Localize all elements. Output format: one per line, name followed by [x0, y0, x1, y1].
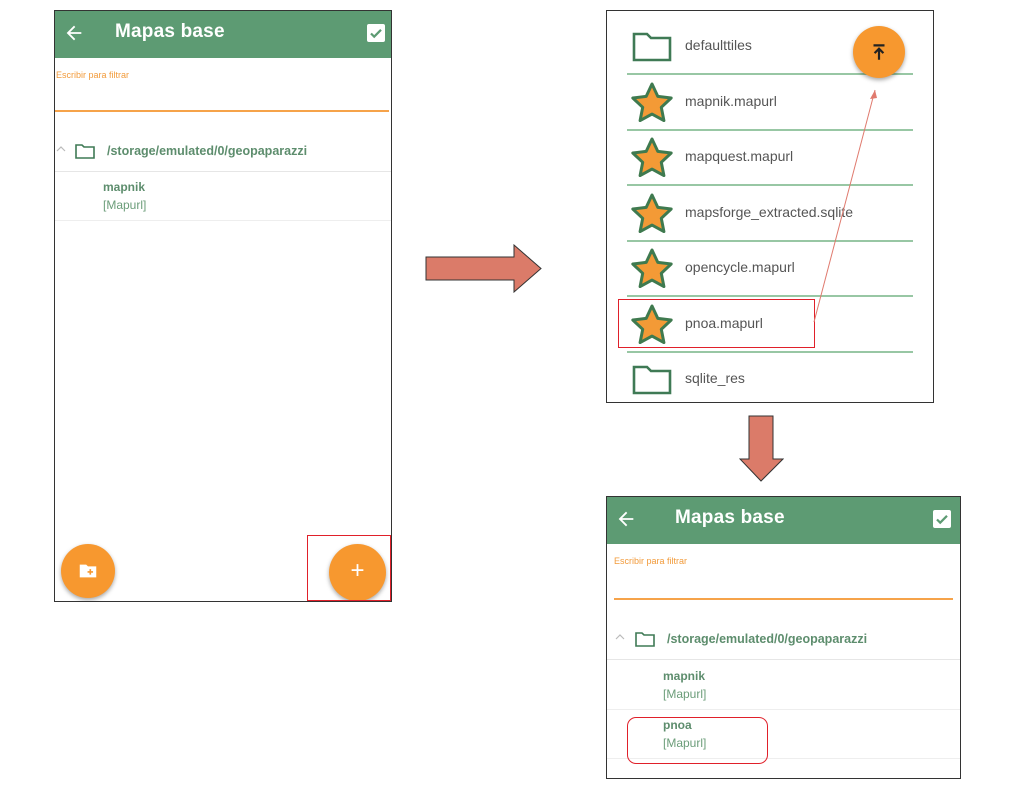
file-name: sqlite_res [685, 370, 745, 386]
folder-icon [75, 144, 95, 159]
folder-path: /storage/emulated/0/geopaparazzi [667, 632, 868, 646]
checkbox-icon[interactable] [367, 24, 385, 42]
folder-path: /storage/emulated/0/geopaparazzi [107, 144, 308, 158]
add-button-highlight [307, 535, 391, 601]
filter-underline [55, 110, 389, 112]
app-bar-title: Mapas base [675, 507, 785, 528]
folder-icon [631, 359, 673, 399]
list-item[interactable]: mapnik [Mapurl] [55, 172, 391, 221]
entry-name: mapnik [103, 180, 146, 194]
entry-type: [Mapurl] [103, 198, 147, 212]
entry-type: [Mapurl] [663, 687, 707, 701]
folder-row[interactable]: /storage/emulated/0/geopaparazzi [55, 131, 391, 172]
app-bar: Mapas base [607, 497, 960, 544]
pnoa-entry-highlight [627, 717, 768, 764]
left-screen: Mapas base Escribir para filtrar /storag… [54, 10, 392, 602]
app-bar-title: Mapas base [115, 21, 225, 42]
back-arrow-icon[interactable] [615, 508, 637, 530]
checkbox-icon[interactable] [933, 510, 951, 528]
folder-icon [635, 632, 655, 647]
file-row[interactable]: sqlite_res [627, 351, 913, 402]
folder-plus-icon [79, 564, 97, 578]
chevron-up-icon[interactable] [56, 145, 66, 152]
add-folder-button[interactable] [61, 544, 115, 598]
flow-arrow-down-icon [739, 415, 784, 482]
filter-underline [614, 598, 953, 600]
back-arrow-icon[interactable] [63, 22, 85, 44]
app-bar: Mapas base [55, 11, 391, 58]
flow-arrow-right-icon [425, 244, 542, 293]
folder-row[interactable]: /storage/emulated/0/geopaparazzi [607, 619, 960, 660]
filter-input[interactable]: Escribir para filtrar [614, 556, 687, 566]
entry-name: mapnik [663, 669, 706, 683]
chevron-up-icon[interactable] [615, 633, 625, 640]
annotation-arrow [813, 89, 877, 323]
list-item[interactable]: mapnik [Mapurl] [607, 661, 960, 710]
filter-input[interactable]: Escribir para filtrar [56, 70, 129, 80]
